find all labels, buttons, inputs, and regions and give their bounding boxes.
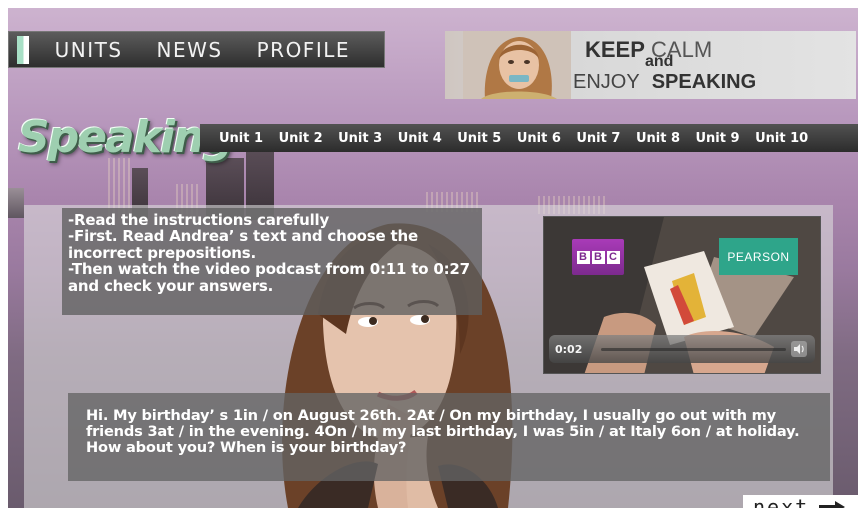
next-label: next	[753, 494, 810, 509]
unit-navigation: Unit 1 Unit 2 Unit 3 Unit 4 Unit 5 Unit …	[200, 124, 858, 152]
bbc-logo: BBC	[572, 239, 624, 275]
next-button[interactable]: next	[743, 495, 858, 508]
nav-units[interactable]: UNITS	[55, 38, 123, 62]
unit-7-link[interactable]: Unit 7	[576, 131, 620, 146]
instruction-line: -First. Read Andrea’ s text and choose t…	[68, 227, 418, 262]
unit-2-link[interactable]: Unit 2	[279, 131, 323, 146]
banner-girl-image	[463, 31, 571, 99]
unit-10-link[interactable]: Unit 10	[755, 131, 808, 146]
instruction-line: -Read the instructions carefully	[68, 211, 330, 229]
unit-1-link[interactable]: Unit 1	[219, 131, 263, 146]
unit-4-link[interactable]: Unit 4	[398, 131, 442, 146]
arrow-right-icon	[819, 500, 846, 508]
pearson-logo: PEARSON	[719, 238, 798, 275]
video-controls[interactable]: 0:02	[549, 335, 815, 363]
volume-icon[interactable]	[791, 341, 807, 357]
video-seek-bar[interactable]	[601, 348, 786, 351]
instructions-box: -Read the instructions carefully -First.…	[62, 208, 482, 315]
video-player[interactable]: BBC PEARSON 0:02	[543, 216, 821, 374]
unit-9-link[interactable]: Unit 9	[696, 131, 740, 146]
instruction-line: -Then watch the video podcast from 0:11 …	[68, 260, 470, 295]
unit-8-link[interactable]: Unit 8	[636, 131, 680, 146]
app-stage: UNITS NEWS PROFILE KEEP CALM and ENJOY SP…	[8, 8, 858, 508]
unit-6-link[interactable]: Unit 6	[517, 131, 561, 146]
unit-5-link[interactable]: Unit 5	[457, 131, 501, 146]
keep-calm-banner: KEEP CALM and ENJOY SPEAKING	[445, 31, 856, 99]
reading-passage: Hi. My birthday’ s 1in / on August 26th.…	[68, 393, 830, 481]
banner-enjoy-speaking: ENJOY SPEAKING	[573, 71, 757, 93]
nav-profile[interactable]: PROFILE	[257, 38, 350, 62]
video-time: 0:02	[555, 342, 583, 356]
nav-news[interactable]: NEWS	[157, 38, 223, 62]
top-navigation: UNITS NEWS PROFILE	[8, 31, 385, 68]
unit-3-link[interactable]: Unit 3	[338, 131, 382, 146]
banner-and: and	[645, 53, 674, 70]
logo-icon	[17, 35, 29, 64]
